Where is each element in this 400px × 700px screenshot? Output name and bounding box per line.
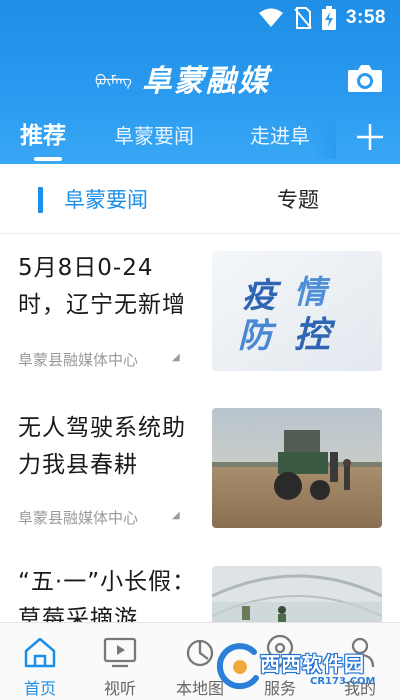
tab-into-fumeng[interactable]: 走进阜 bbox=[250, 113, 310, 163]
status-time: 3:58 bbox=[345, 7, 386, 28]
more-options-icon[interactable]: ◢ bbox=[172, 510, 180, 521]
nav-home-label: 首页 bbox=[23, 679, 56, 698]
no-sim-icon bbox=[294, 7, 312, 29]
news-item[interactable]: 5月8日0-24时，辽宁无新增 阜蒙县融媒体中心 ◢ 疫 情 防 控 bbox=[0, 234, 400, 380]
nav-home[interactable]: 首页 bbox=[0, 631, 80, 698]
subtab-topic[interactable]: 专题 bbox=[277, 184, 319, 214]
news-source: 阜蒙县融媒体中心 bbox=[18, 351, 139, 369]
thumb-text-3: 防 bbox=[238, 316, 277, 356]
active-tab-indicator bbox=[34, 157, 62, 161]
tab-fumeng-news[interactable]: 阜蒙要闻 bbox=[114, 113, 194, 163]
subtab-fumeng-news[interactable]: 阜蒙要闻 bbox=[64, 184, 148, 214]
watermark: 西西软件园 CR173.COM bbox=[214, 638, 394, 696]
news-thumbnail bbox=[212, 566, 382, 622]
watermark-domain: CR173.COM bbox=[310, 676, 376, 687]
news-title: 5月8日0-24时，辽宁无新增 bbox=[18, 255, 186, 318]
watermark-logo-icon bbox=[216, 643, 259, 690]
news-item[interactable]: “五·一”小长假：草莓采摘游 bbox=[0, 550, 400, 622]
battery-charging-icon bbox=[321, 6, 336, 30]
news-thumbnail bbox=[212, 408, 382, 528]
status-icons: 3:58 bbox=[258, 6, 386, 30]
map-icon bbox=[186, 639, 214, 667]
brand-title: 阜蒙融媒 bbox=[141, 64, 270, 99]
tab-recommend[interactable]: 推荐 bbox=[20, 113, 66, 163]
brand-logo: ᠹᠦᠮᠡᠩ 阜蒙融媒 bbox=[95, 56, 270, 100]
tab-fade bbox=[312, 119, 336, 159]
channel-tabs: 推荐 阜蒙要闻 走进阜 bbox=[0, 113, 400, 163]
news-source: 阜蒙县融媒体中心 bbox=[18, 509, 139, 527]
brand-mongolian-text: ᠹᠦᠮᠡᠩ bbox=[95, 73, 132, 89]
tv-icon bbox=[103, 637, 137, 668]
subtab-indicator bbox=[38, 187, 43, 213]
add-channel-icon[interactable] bbox=[354, 121, 386, 153]
wifi-icon bbox=[258, 8, 283, 27]
news-item[interactable]: 无人驾驶系统助力我县春耕 阜蒙县融媒体中心 ◢ bbox=[0, 392, 400, 538]
watermark-text: 西西软件园 bbox=[260, 652, 365, 676]
thumb-text-4: 控 bbox=[294, 314, 336, 356]
status-bar: 3:58 bbox=[0, 0, 400, 34]
news-thumbnail: 疫 情 防 控 bbox=[212, 251, 382, 371]
camera-icon[interactable] bbox=[346, 62, 384, 94]
sub-tabs: 阜蒙要闻 专题 bbox=[0, 164, 400, 234]
more-options-icon[interactable]: ◢ bbox=[172, 352, 180, 363]
home-icon bbox=[24, 637, 56, 668]
nav-av[interactable]: 视听 bbox=[80, 631, 160, 698]
news-title: “五·一”小长假：草莓采摘游 bbox=[18, 569, 197, 622]
news-title: 无人驾驶系统助力我县春耕 bbox=[18, 415, 186, 478]
app-header: 3:58 ᠹᠦᠮᠡᠩ 阜蒙融媒 推荐 阜蒙要闻 走进阜 bbox=[0, 0, 400, 164]
nav-av-label: 视听 bbox=[103, 679, 136, 698]
thumb-text-2: 情 bbox=[294, 273, 331, 311]
